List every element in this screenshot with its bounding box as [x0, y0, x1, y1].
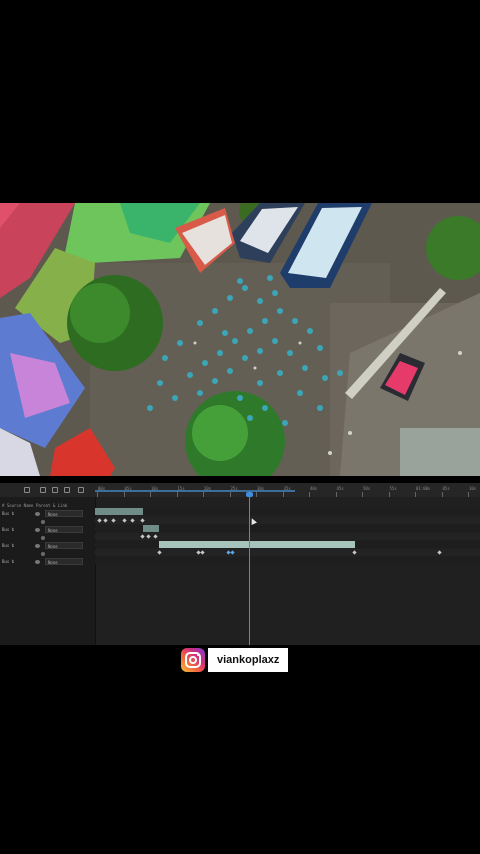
ruler-tick [388, 492, 390, 497]
property-stopwatch-icon[interactable] [41, 536, 45, 540]
layer-name: Bus b [2, 527, 15, 532]
frame-blend-icon[interactable] [52, 487, 58, 493]
ruler-label: 05s [442, 486, 450, 491]
layer-name: Bus b [2, 543, 15, 548]
ruler-label: 50s [363, 486, 371, 491]
ruler-label: 45s [336, 486, 344, 491]
layer-clip[interactable] [95, 508, 143, 515]
keyframe-marker[interactable] [140, 534, 145, 539]
layer-name: Bus b [2, 559, 15, 564]
ruler-tick [335, 492, 337, 497]
keyframe-marker[interactable] [122, 518, 127, 523]
layer-row[interactable]: Bus b None [0, 558, 95, 566]
playhead-line[interactable] [249, 491, 250, 645]
layer-row[interactable]: Bus b None [0, 526, 95, 534]
layer-name: Bus b [2, 511, 15, 516]
ruler-label: 55s [389, 486, 397, 491]
visibility-icon[interactable] [35, 528, 40, 532]
parent-dropdown[interactable]: None [45, 558, 83, 565]
keyframe-marker[interactable] [97, 518, 102, 523]
track-area[interactable]: 00s 05s 10s 15s 20s 25s 30s 35s 40s 45s 50s 55s 01:0… [95, 483, 480, 645]
property-stopwatch-icon[interactable] [41, 520, 45, 524]
current-time-indicator[interactable] [246, 492, 253, 497]
layer-toolbar [0, 483, 95, 497]
ruler-label: 01:00s [416, 486, 431, 491]
ruler-tick [256, 492, 257, 497]
ruler-tick [176, 492, 178, 497]
ruler-tick [150, 492, 151, 497]
keyframe-marker[interactable] [200, 550, 205, 555]
layer-row[interactable]: Bus b None [0, 542, 95, 550]
track-row [95, 508, 480, 515]
keyframe-marker[interactable] [111, 518, 116, 523]
track-row [95, 525, 480, 532]
ruler-tick [229, 492, 231, 497]
property-stopwatch-icon[interactable] [41, 552, 45, 556]
instagram-handle: viankoplaxz [208, 648, 289, 672]
visibility-icon[interactable] [35, 560, 40, 564]
ruler-tick [415, 492, 416, 497]
keyframe-marker[interactable] [103, 518, 108, 523]
graph-editor-icon[interactable] [78, 487, 84, 493]
shy-icon[interactable] [40, 487, 46, 493]
aerial-scene [0, 203, 480, 476]
keyframe-marker[interactable] [437, 550, 442, 555]
keyframe-marker[interactable] [130, 518, 135, 523]
watermark: viankoplaxz [181, 648, 289, 672]
keyframe-marker[interactable] [352, 550, 357, 555]
search-icon[interactable] [24, 487, 30, 493]
ruler-tick [282, 492, 284, 497]
layer-row[interactable]: Bus b None [0, 510, 95, 518]
layer-clip-selected[interactable] [159, 541, 355, 548]
ruler-tick [468, 492, 469, 497]
keyframe-marker[interactable] [153, 534, 158, 539]
video-preview [0, 203, 480, 476]
parent-dropdown[interactable]: None [45, 542, 83, 549]
visibility-icon[interactable] [35, 512, 40, 516]
ruler-tick [123, 492, 125, 497]
keyframe-marker[interactable] [140, 518, 145, 523]
timeline-panel: # Source Name Parent & Link Bus b None B… [0, 483, 480, 645]
layer-panel: # Source Name Parent & Link Bus b None B… [0, 483, 96, 645]
keyframe-marker-selected[interactable] [230, 550, 235, 555]
parent-dropdown[interactable]: None [45, 526, 83, 533]
keyframe-row [95, 549, 480, 556]
layer-clip[interactable] [143, 525, 159, 532]
parent-header: Parent & Link [36, 503, 68, 508]
layer-name-header: # Source Name [2, 503, 34, 508]
visibility-icon[interactable] [35, 544, 40, 548]
ruler-tick [441, 492, 443, 497]
ruler-label: 10s [469, 486, 477, 491]
keyframe-marker[interactable] [146, 534, 151, 539]
ruler-label: 40s [310, 486, 318, 491]
keyframe-row [95, 533, 480, 540]
ruler-tick [309, 492, 310, 497]
motion-blur-icon[interactable] [64, 487, 70, 493]
parent-dropdown[interactable]: None [45, 510, 83, 517]
column-header-row: # Source Name Parent & Link [0, 502, 95, 510]
keyframe-marker[interactable] [157, 550, 162, 555]
instagram-icon [181, 648, 205, 672]
ruler-tick [97, 492, 98, 497]
keyframe-row [95, 517, 480, 524]
ruler-tick [362, 492, 363, 497]
track-row [95, 541, 480, 548]
work-area-bar[interactable] [95, 490, 295, 492]
ruler-tick [203, 492, 204, 497]
track-row [95, 557, 480, 564]
